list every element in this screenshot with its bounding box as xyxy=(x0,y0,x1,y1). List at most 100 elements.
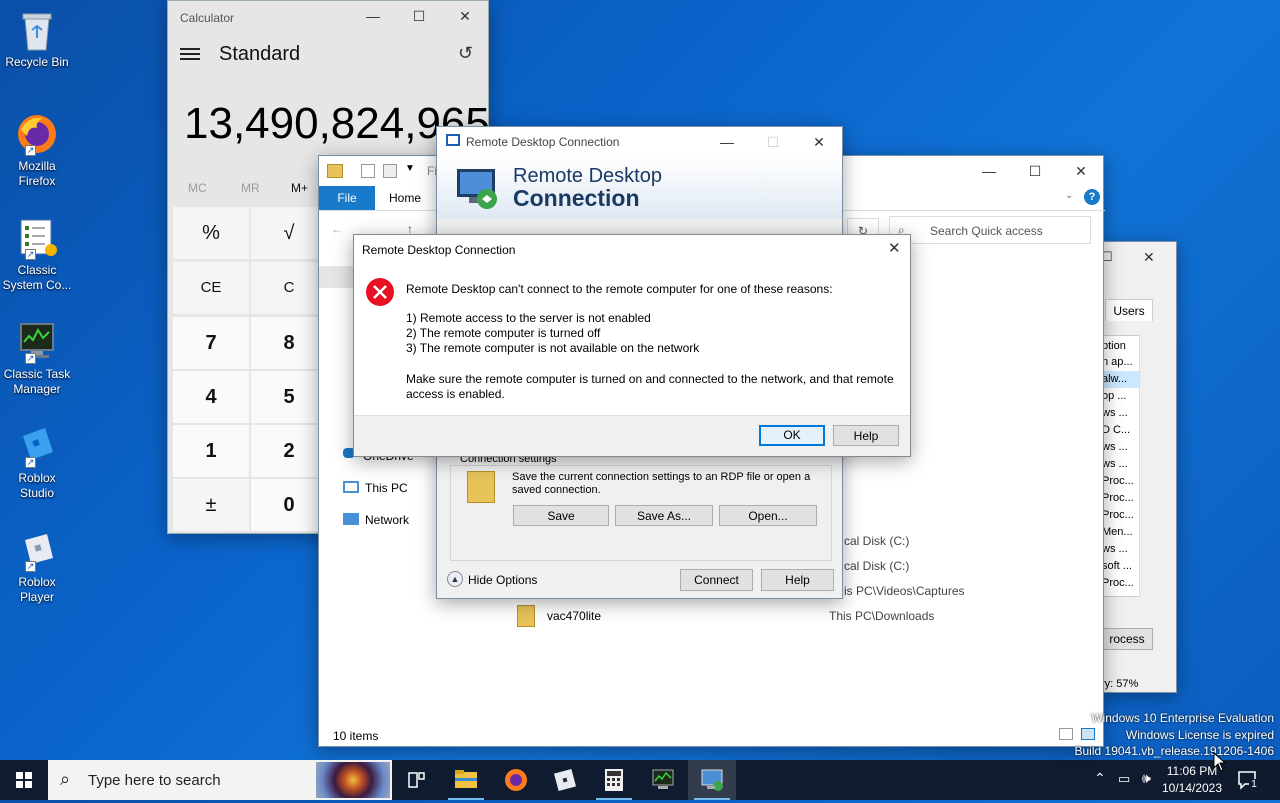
desktop-icon-recycle-bin[interactable]: Recycle Bin xyxy=(2,8,72,70)
remote-desktop-icon xyxy=(701,769,723,791)
roblox-studio-icon: ↗ xyxy=(15,424,59,468)
ok-button[interactable]: OK xyxy=(759,425,825,446)
hamburger-menu-icon[interactable] xyxy=(180,45,200,63)
properties-icon[interactable] xyxy=(361,164,375,178)
rdc-small-icon xyxy=(446,134,460,146)
percent-key[interactable]: % xyxy=(173,207,249,259)
network-icon[interactable]: ▭ xyxy=(1118,771,1130,787)
help-button[interactable]: Help xyxy=(833,425,899,446)
desktop-icon-roblox-player[interactable]: ↗ Roblox Player xyxy=(2,528,72,605)
mr-button[interactable]: MR xyxy=(241,181,260,195)
desktop-icon-firefox[interactable]: ↗ Mozilla Firefox xyxy=(2,112,72,189)
history-icon[interactable]: ↺ xyxy=(458,43,473,64)
taskbar-firefox[interactable] xyxy=(492,760,540,800)
connect-button[interactable]: Connect xyxy=(680,569,753,591)
firefox-icon: ↗ xyxy=(15,112,59,156)
key-5[interactable]: 5 xyxy=(251,371,327,423)
key-7[interactable]: 7 xyxy=(173,317,249,369)
desktop-icon-classic-task-manager[interactable]: ↗ Classic Task Manager xyxy=(2,320,72,397)
end-process-button[interactable]: rocess xyxy=(1101,628,1153,650)
save-button[interactable]: Save xyxy=(513,505,609,526)
desktop-icon-classic-system-config[interactable]: ↗ Classic System Co... xyxy=(2,216,72,293)
windows-logo-icon xyxy=(16,772,32,788)
taskbar-file-explorer[interactable] xyxy=(442,760,490,800)
scrollbar[interactable] xyxy=(1139,335,1155,597)
key-1[interactable]: 1 xyxy=(173,425,249,477)
row-location: cal Disk (C:) xyxy=(844,534,910,548)
ribbon-tab-home[interactable]: Home xyxy=(389,191,421,205)
key-4[interactable]: 4 xyxy=(173,371,249,423)
rdc-logo-icon xyxy=(453,163,501,211)
folder-icon xyxy=(327,164,343,178)
key-0[interactable]: 0 xyxy=(251,479,327,531)
file-name[interactable]: vac470lite xyxy=(547,609,601,623)
start-button[interactable] xyxy=(0,760,48,800)
taskbar-calculator[interactable] xyxy=(590,760,638,800)
tab-users[interactable]: Users xyxy=(1105,299,1153,321)
key-2[interactable]: 2 xyxy=(251,425,327,477)
maximize-button[interactable]: ☐ xyxy=(1012,156,1058,186)
taskbar-search-box[interactable]: ⌕ Type here to search xyxy=(48,760,392,800)
maximize-button: ☐ xyxy=(766,134,780,150)
ribbon-tab-file[interactable]: File xyxy=(319,186,375,210)
expand-ribbon-icon[interactable]: ⌄ xyxy=(1065,190,1073,201)
close-button[interactable]: ✕ xyxy=(1143,242,1155,272)
task-view-button[interactable] xyxy=(392,760,440,800)
hide-options-link[interactable]: Hide Options xyxy=(468,573,537,587)
c-key[interactable]: C xyxy=(251,262,327,314)
taskbar: ⌕ Type here to search ⌃ ▭ 🕪 11:06 PM 10/… xyxy=(0,760,1280,800)
close-button[interactable]: ✕ xyxy=(442,1,488,31)
nav-network[interactable]: Network xyxy=(365,513,409,527)
open-button[interactable]: Open... xyxy=(719,505,817,526)
sqrt-key[interactable]: √ xyxy=(251,207,327,259)
help-icon[interactable]: ? xyxy=(1084,189,1100,205)
help-button[interactable]: Help xyxy=(761,569,834,591)
desktop-icon-label: Mozilla Firefox xyxy=(18,159,56,188)
key-8[interactable]: 8 xyxy=(251,317,327,369)
task-manager-icon: ↗ xyxy=(15,320,59,364)
connection-settings-desc: Save the current connection settings to … xyxy=(512,471,811,496)
maximize-button[interactable]: ☐ xyxy=(396,1,442,31)
volume-icon[interactable]: 🕪 xyxy=(1142,770,1151,787)
minimize-button[interactable]: — xyxy=(966,156,1012,186)
task-manager-window: ☐ ✕ Users ption n ap... alw... op ... ws ..… xyxy=(1100,241,1177,693)
network-icon xyxy=(343,513,359,525)
desktop-icon-roblox-studio[interactable]: ↗ Roblox Studio xyxy=(2,424,72,501)
new-folder-icon[interactable] xyxy=(383,164,397,178)
mc-button[interactable]: MC xyxy=(188,181,207,195)
close-button[interactable]: ✕ xyxy=(1058,156,1104,186)
tiles-view-icon[interactable] xyxy=(1081,728,1095,740)
nav-this-pc[interactable]: This PC xyxy=(365,481,408,495)
chevron-up-icon[interactable]: ⌃ xyxy=(1094,770,1106,787)
row-location: cal Disk (C:) xyxy=(844,559,910,573)
save-as-button[interactable]: Save As... xyxy=(615,505,713,526)
folder-icon xyxy=(467,471,495,503)
m-plus-button[interactable]: M+ xyxy=(291,181,308,195)
mouse-cursor-icon xyxy=(1213,751,1227,775)
memory-status: ry: 57% xyxy=(1101,678,1139,690)
shortcut-arrow-icon: ↗ xyxy=(25,353,36,364)
minimize-button[interactable]: — xyxy=(350,1,396,31)
search-highlight-image xyxy=(316,762,390,798)
calculator-mode: Standard xyxy=(219,43,301,65)
negate-key[interactable]: ± xyxy=(173,479,249,531)
taskbar-task-manager[interactable] xyxy=(639,760,687,800)
action-center-button[interactable]: 1 xyxy=(1236,769,1259,791)
search-input[interactable]: ⌕ Search Quick access xyxy=(889,216,1091,244)
reason-2: 2) The remote computer is turned off xyxy=(406,326,601,340)
taskbar-remote-desktop[interactable] xyxy=(688,760,736,800)
dialog-message: Remote Desktop can't connect to the remo… xyxy=(406,282,833,296)
back-icon[interactable]: ← xyxy=(331,222,343,236)
zip-folder-icon xyxy=(517,605,535,627)
ce-key[interactable]: CE xyxy=(173,262,249,314)
banner-line2: Connection xyxy=(513,185,640,211)
chevron-up-icon[interactable]: ▲ xyxy=(447,571,463,587)
taskbar-roblox[interactable] xyxy=(541,760,589,800)
clock-date[interactable]: 10/14/2023 xyxy=(1160,781,1224,795)
minimize-button[interactable]: — xyxy=(704,127,750,157)
chevron-down-icon[interactable]: ▼ xyxy=(405,163,415,174)
close-button[interactable]: ✕ xyxy=(888,239,901,257)
close-button[interactable]: ✕ xyxy=(796,127,842,157)
desktop-icon-label: Roblox Studio xyxy=(18,471,56,500)
details-view-icon[interactable] xyxy=(1059,728,1073,740)
